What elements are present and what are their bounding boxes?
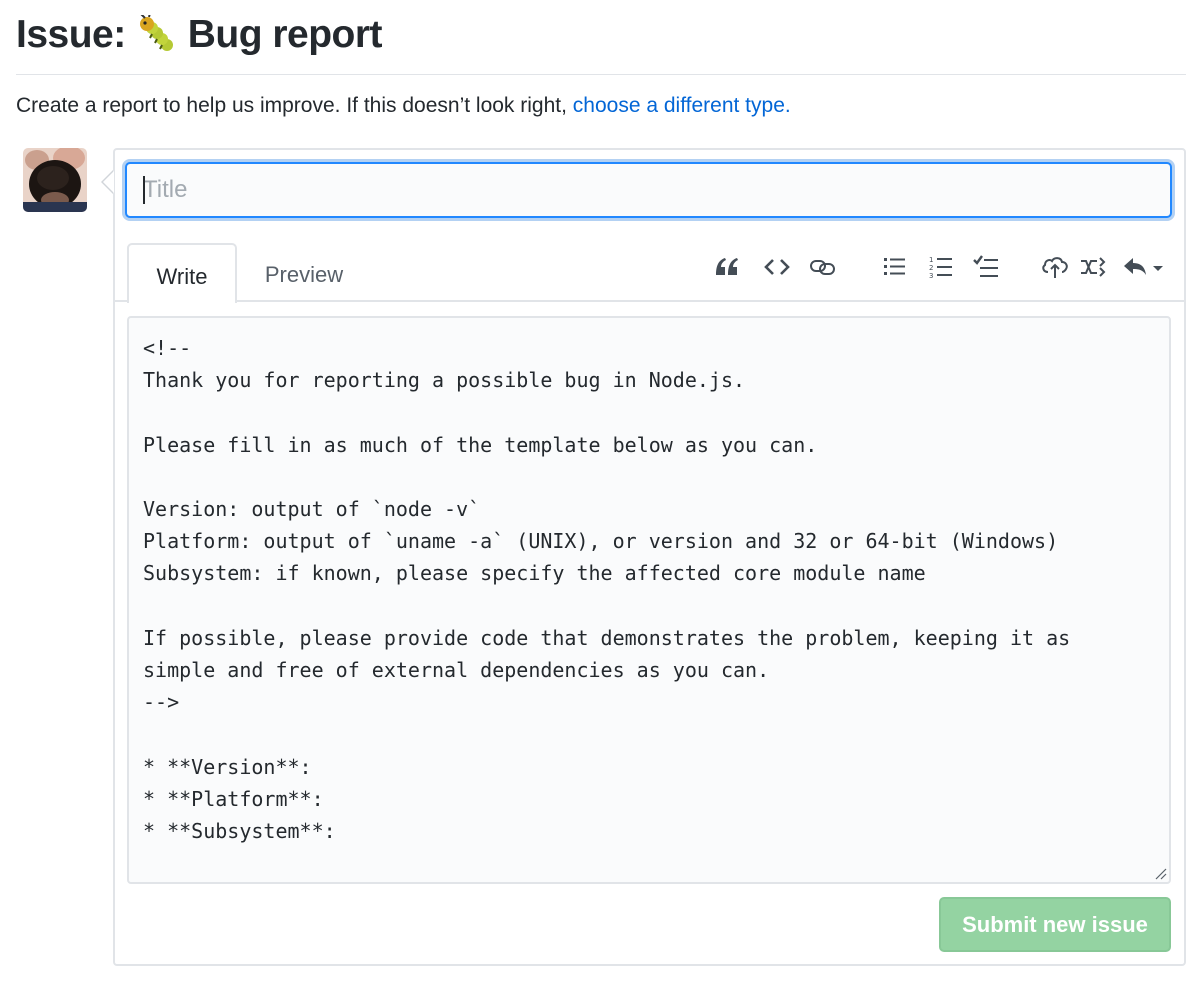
- svg-text:1: 1: [929, 256, 933, 264]
- caterpillar-icon: [136, 12, 178, 55]
- intro-message: Create a report to help us improve. If t…: [16, 94, 573, 117]
- tab-write[interactable]: Write: [127, 243, 237, 303]
- intro-text: Create a report to help us improve. If t…: [16, 93, 791, 119]
- new-issue-page: Issue: Bug report Create a report to hel…: [0, 0, 1200, 981]
- unordered-list-icon[interactable]: [878, 250, 912, 284]
- title-prefix: Issue:: [16, 13, 126, 56]
- code-icon[interactable]: [760, 250, 794, 284]
- ordered-list-icon[interactable]: 1 2 3: [924, 250, 958, 284]
- text-cursor: [143, 176, 145, 204]
- issue-title-input[interactable]: [125, 162, 1172, 218]
- avatar[interactable]: [23, 148, 87, 212]
- issue-body-textarea[interactable]: <!-- Thank you for reporting a possible …: [127, 316, 1171, 884]
- tab-preview[interactable]: Preview: [248, 243, 360, 302]
- svg-text:2: 2: [929, 264, 933, 272]
- resize-handle-icon[interactable]: [1153, 866, 1167, 880]
- reply-icon[interactable]: [1120, 250, 1166, 284]
- quote-icon[interactable]: [710, 250, 744, 284]
- header-divider: [16, 74, 1186, 75]
- cross-reference-icon[interactable]: [1076, 250, 1110, 284]
- issue-body-text[interactable]: <!-- Thank you for reporting a possible …: [143, 332, 1070, 847]
- page-title: Issue: Bug report: [16, 10, 383, 60]
- svg-text:3: 3: [929, 272, 933, 279]
- comment-caret-inner: [103, 171, 114, 193]
- upload-icon[interactable]: [1038, 250, 1072, 284]
- title-text: Bug report: [187, 13, 383, 56]
- link-icon[interactable]: [806, 250, 840, 284]
- task-list-icon[interactable]: [969, 250, 1003, 284]
- choose-different-type-link[interactable]: choose a different type.: [573, 94, 791, 117]
- submit-new-issue-button[interactable]: Submit new issue: [939, 897, 1171, 952]
